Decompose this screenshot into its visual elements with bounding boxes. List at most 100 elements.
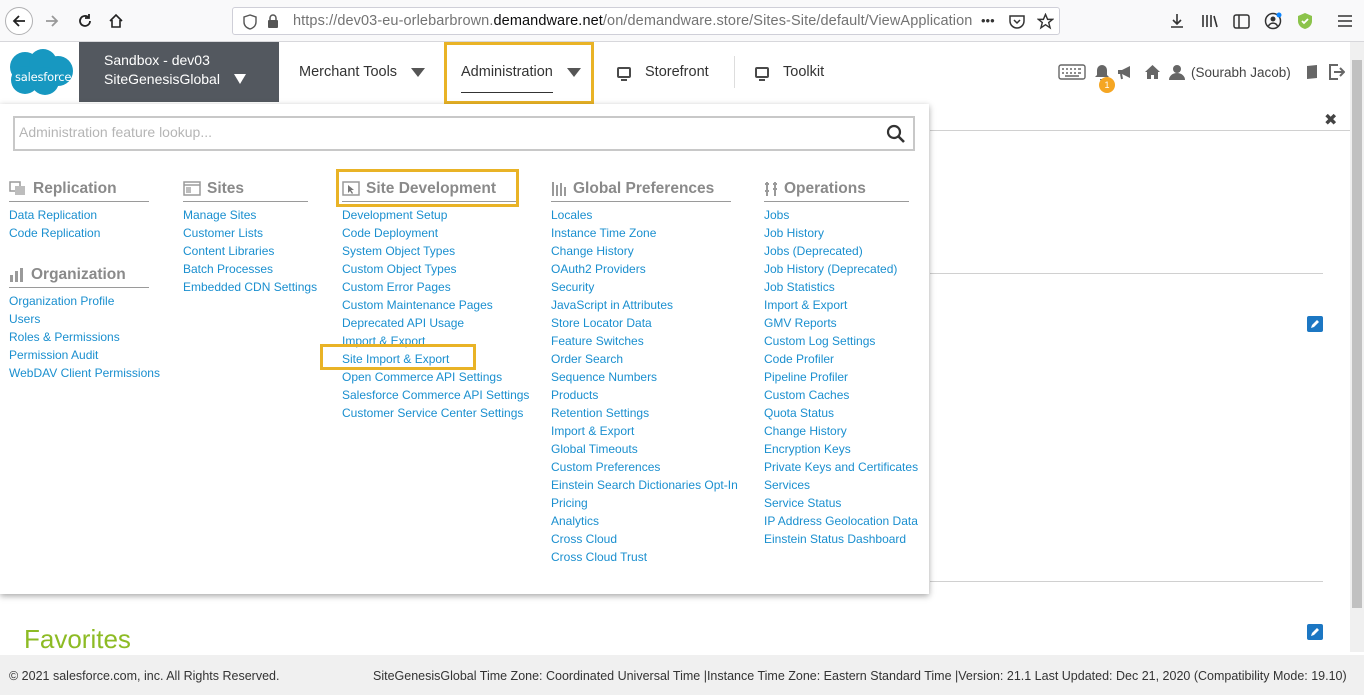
menu-link[interactable]: Batch Processes [183,260,308,278]
home-button[interactable] [102,7,130,35]
menu-link[interactable]: Order Search [551,350,731,368]
menu-link[interactable]: JavaScript in Attributes [551,296,731,314]
menu-link[interactable]: Manage Sites [183,206,308,224]
menu-link[interactable]: Custom Maintenance Pages [342,296,517,314]
section-header: Organization [9,266,149,288]
menu-link[interactable]: Job History (Deprecated) [764,260,909,278]
salesforce-logo[interactable]: salesforce [3,47,75,97]
close-icon[interactable]: ✖ [1324,110,1337,130]
account-icon[interactable] [1263,11,1283,31]
hamburger-menu-icon[interactable] [1335,11,1355,31]
favorites-edit-button[interactable] [1307,624,1323,640]
copyright-text: © 2021 salesforce.com, inc. All Rights R… [9,669,280,683]
sidebar-icon[interactable] [1231,11,1251,31]
user-icon[interactable] [1169,64,1185,80]
site-selector[interactable]: Sandbox - dev03 SiteGenesisGlobal [79,42,279,102]
keyboard-icon[interactable] [1058,64,1086,80]
feature-lookup-input[interactable] [19,124,869,140]
menu-link[interactable]: Open Commerce API Settings [342,368,517,386]
menu-link[interactable]: Code Deployment [342,224,517,242]
menu-link[interactable]: Code Replication [9,224,149,242]
menu-link[interactable]: Users [9,310,149,328]
menu-link[interactable]: Deprecated API Usage [342,314,517,332]
menu-link[interactable]: Feature Switches [551,332,731,350]
pocket-icon[interactable] [1009,14,1025,29]
address-bar[interactable]: https://dev03-eu-orlebarbrown.demandware… [232,7,1060,35]
back-button[interactable] [5,7,33,35]
menu-link[interactable]: Analytics [551,512,731,530]
menu-link[interactable]: Custom Object Types [342,260,517,278]
menu-link[interactable]: Locales [551,206,731,224]
menu-link[interactable]: Einstein Status Dashboard [764,530,909,548]
menu-link[interactable]: Data Replication [9,206,149,224]
menu-link[interactable]: Job Statistics [764,278,909,296]
menu-link[interactable]: Products [551,386,731,404]
menu-link[interactable]: Pipeline Profiler [764,368,909,386]
menu-link[interactable]: Organization Profile [9,292,149,310]
menu-link[interactable]: Store Locator Data [551,314,731,332]
menu-link[interactable]: Job History [764,224,909,242]
menu-link[interactable]: Quota Status [764,404,909,422]
menu-link[interactable]: Change History [551,242,731,260]
nav-toolkit[interactable]: Toolkit [755,42,824,102]
library-icon[interactable] [1200,11,1220,31]
menu-link[interactable]: Jobs [764,206,909,224]
menu-link[interactable]: Cross Cloud Trust [551,548,731,566]
forward-button[interactable] [38,7,66,35]
section-replication: Replication Data Replication Code Replic… [9,180,149,242]
menu-link[interactable]: GMV Reports [764,314,909,332]
menu-link[interactable]: Jobs (Deprecated) [764,242,909,260]
extension-shield-icon[interactable] [1295,11,1315,31]
menu-link[interactable]: Einstein Search Dictionaries Opt-In [551,476,738,494]
menu-link[interactable]: Permission Audit [9,346,149,364]
menu-link[interactable]: Cross Cloud [551,530,731,548]
menu-link[interactable]: Roles & Permissions [9,328,149,346]
menu-link[interactable]: Salesforce Commerce API Settings [342,386,529,404]
site-name-label: SiteGenesisGlobal [104,71,220,87]
menu-link[interactable]: Global Timeouts [551,440,731,458]
menu-link[interactable]: Custom Log Settings [764,332,909,350]
menu-link[interactable]: Custom Caches [764,386,909,404]
menu-link[interactable]: Customer Service Center Settings [342,404,523,422]
menu-link[interactable]: Sequence Numbers [551,368,731,386]
menu-link[interactable]: Instance Time Zone [551,224,731,242]
menu-link[interactable]: Security [551,278,731,296]
user-name[interactable]: (Sourabh Jacob) [1191,65,1291,80]
menu-link[interactable]: Content Libraries [183,242,308,260]
menu-link[interactable]: Pricing [551,494,731,512]
menu-link[interactable]: Custom Error Pages [342,278,517,296]
menu-link[interactable]: Import & Export [764,296,909,314]
menu-link[interactable]: Embedded CDN Settings [183,278,317,296]
menu-link[interactable]: Service Status [764,494,909,512]
notifications-button[interactable]: 1 [1094,63,1115,93]
menu-link[interactable]: Customer Lists [183,224,308,242]
book-icon[interactable] [1305,64,1319,80]
menu-link[interactable]: WebDAV Client Permissions [9,364,160,382]
home-icon[interactable] [1144,64,1161,80]
menu-link[interactable]: System Object Types [342,242,517,260]
menu-link[interactable]: Retention Settings [551,404,731,422]
downloads-icon[interactable] [1167,11,1187,31]
nav-storefront[interactable]: Storefront [617,42,709,102]
menu-link[interactable]: Custom Preferences [551,458,731,476]
page-actions-button[interactable]: ••• [981,13,995,28]
menu-link[interactable]: OAuth2 Providers [551,260,731,278]
reload-button[interactable] [71,7,99,35]
menu-link[interactable]: Import & Export [551,422,731,440]
search-icon[interactable] [886,124,906,144]
header-tools: 1 (Sourabh Jacob) [1058,42,1345,102]
menu-link[interactable]: Encryption Keys [764,440,909,458]
scrollbar-thumb[interactable] [1352,60,1362,608]
edit-button[interactable] [1307,316,1323,332]
logout-icon[interactable] [1328,64,1345,80]
menu-link[interactable]: Change History [764,422,909,440]
menu-link[interactable]: Code Profiler [764,350,909,368]
megaphone-icon[interactable] [1116,64,1134,80]
bookmark-star-icon[interactable] [1037,13,1054,30]
menu-link[interactable]: IP Address Geolocation Data [764,512,918,530]
menu-link[interactable]: Development Setup [342,206,517,224]
page-scrollbar[interactable] [1350,42,1364,652]
menu-link[interactable]: Services [764,476,909,494]
nav-merchant-tools[interactable]: Merchant Tools [299,42,426,102]
menu-link[interactable]: Private Keys and Certificates [764,458,918,476]
